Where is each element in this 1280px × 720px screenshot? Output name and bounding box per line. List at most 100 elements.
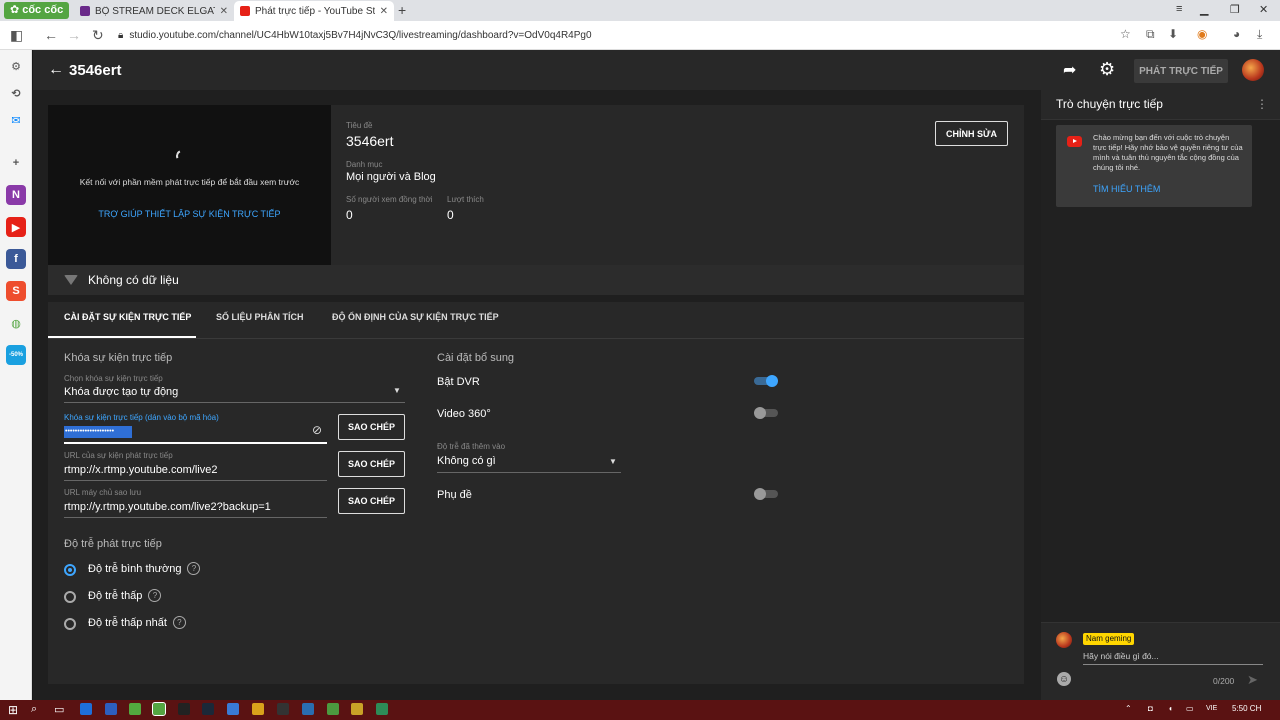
reload-button[interactable]: ↻ — [92, 27, 104, 44]
messenger-icon[interactable]: ✉ — [6, 110, 26, 130]
coccoc-logo[interactable]: ✿ cốc cốc — [4, 2, 70, 19]
volume-icon[interactable]: ◖ — [1168, 704, 1173, 713]
latency-low-radio[interactable] — [64, 591, 76, 603]
close-tab-icon[interactable]: ✕ — [380, 6, 388, 17]
extension-icon[interactable]: ⧉ — [1146, 27, 1155, 42]
tab-stream-settings[interactable]: CÀI ĐẶT SỰ KIỆN TRỰC TIẾP — [64, 312, 191, 322]
new-tab-button[interactable]: + — [398, 2, 406, 18]
captions-toggle[interactable] — [754, 488, 780, 500]
video360-toggle[interactable] — [754, 407, 780, 419]
forward-button[interactable]: → — [67, 27, 81, 43]
latency-normal-radio[interactable] — [64, 564, 76, 576]
more-vert-icon[interactable]: ⋮ — [1256, 97, 1268, 111]
app-icon[interactable] — [302, 703, 314, 715]
minimize-button[interactable]: ▁ — [1200, 3, 1208, 16]
backup-url-label: URL máy chủ sao lưu — [64, 488, 142, 497]
task-view-icon[interactable]: ▭ — [54, 703, 64, 716]
avatar[interactable] — [1242, 59, 1264, 81]
latency-ultralow-option[interactable]: Độ trễ thấp nhất? — [88, 616, 186, 629]
taskbar-clock[interactable]: 5:50 CH — [1232, 704, 1261, 713]
emoji-icon[interactable]: ☺ — [1057, 672, 1071, 686]
language-indicator[interactable]: VIE — [1206, 705, 1217, 712]
settings-panel — [48, 302, 1024, 684]
account-icon[interactable]: ◕ — [1233, 27, 1240, 41]
word-app-icon[interactable] — [105, 703, 117, 715]
title-value: 3546ert — [346, 133, 394, 149]
dvr-label: Bật DVR — [437, 376, 480, 388]
close-window-button[interactable]: ✕ — [1259, 3, 1268, 16]
key-select[interactable]: Khóa được tạo tự động — [64, 386, 178, 398]
discount-icon[interactable]: -50% — [6, 345, 26, 365]
coccoc-app-icon[interactable] — [152, 702, 166, 716]
learn-more-link[interactable]: TÌM HIỂU THÊM — [1093, 184, 1160, 194]
downloads-icon[interactable]: ⤓ — [1257, 27, 1262, 42]
tab-analytics[interactable]: SỐ LIỆU PHÂN TÍCH — [216, 312, 304, 322]
settings-icon[interactable]: ⚙ — [6, 56, 26, 76]
menu-icon[interactable]: ≡ — [1176, 3, 1182, 15]
download-icon[interactable]: ⬇ — [1168, 27, 1178, 41]
sidebar-toggle-icon[interactable]: ◧ — [10, 27, 23, 44]
app-icon[interactable] — [376, 703, 388, 715]
setup-help-link[interactable]: TRỢ GIÚP THIẾT LẬP SỰ KIỆN TRỰC TIẾP — [48, 209, 331, 219]
copy-key-button[interactable]: SAO CHÉP — [338, 414, 405, 440]
browser-tab-streamdeck[interactable]: BỘ STREAM DECK ELGATO M ✕ — [74, 1, 234, 21]
shopee-icon[interactable]: S — [6, 281, 26, 301]
app-icon[interactable] — [227, 703, 239, 715]
search-icon[interactable]: ⌕ — [31, 703, 37, 716]
chrome-app-icon[interactable] — [252, 703, 264, 715]
excel-app-icon[interactable] — [129, 703, 141, 715]
battery-icon[interactable]: ▭ — [1186, 704, 1194, 713]
network-icon[interactable]: ◘ — [1148, 704, 1153, 713]
browser-tab-youtube-studio[interactable]: Phát trực tiếp - YouTube Studio ✕ — [234, 1, 394, 21]
stream-url-field[interactable]: rtmp://x.rtmp.youtube.com/live2 — [64, 464, 217, 476]
send-icon[interactable]: ➤ — [1247, 672, 1258, 688]
facebook-icon[interactable]: f — [6, 249, 26, 269]
viewers-label: Số người xem đồng thời — [346, 195, 433, 204]
bookmark-star-icon[interactable]: ☆ — [1120, 27, 1131, 41]
back-button[interactable]: ← — [44, 27, 58, 43]
app-icon[interactable] — [327, 703, 339, 715]
dropdown-arrow-icon[interactable]: ▼ — [393, 386, 401, 395]
close-tab-icon[interactable]: ✕ — [220, 6, 228, 17]
share-icon[interactable]: ➦ — [1063, 60, 1076, 80]
coccoc-map-icon[interactable]: ◍ — [6, 313, 26, 333]
signal-icon — [64, 275, 78, 285]
dvr-toggle[interactable] — [754, 375, 780, 387]
studio-header — [33, 50, 1280, 90]
go-live-button[interactable]: PHÁT TRỰC TIẾP — [1134, 59, 1228, 83]
chat-message-input[interactable]: Hãy nói điều gì đó... — [1083, 651, 1263, 665]
tab-stream-health[interactable]: ĐỘ ỔN ĐỊNH CỦA SỰ KIỆN TRỰC TIẾP — [332, 312, 499, 322]
coccoc-extension-icon[interactable]: ◉ — [1197, 27, 1207, 41]
history-icon[interactable]: ⟲ — [6, 83, 26, 103]
latency-low-option[interactable]: Độ trễ thấp? — [88, 589, 162, 602]
tab-favicon-icon — [80, 6, 90, 16]
steam-app-icon[interactable] — [202, 703, 214, 715]
edit-button[interactable]: CHỈNH SỬA — [935, 121, 1008, 146]
copy-backup-button[interactable]: SAO CHÉP — [338, 488, 405, 514]
latency-ultralow-radio[interactable] — [64, 618, 76, 630]
additional-section-title: Cài đặt bổ sung — [437, 352, 515, 364]
help-icon[interactable]: ? — [148, 589, 162, 602]
stream-key-field[interactable]: •••••••••••••••••••• — [64, 426, 132, 438]
gear-icon[interactable]: ⚙ — [1099, 59, 1115, 80]
address-bar[interactable]: 🔒︎ studio.youtube.com/channel/UC4HbW10ta… — [118, 26, 1128, 44]
help-icon[interactable]: ? — [172, 616, 186, 629]
dropdown-arrow-icon[interactable]: ▼ — [609, 457, 617, 466]
app-icon[interactable] — [277, 703, 289, 715]
tray-arrow-icon[interactable]: ⌃ — [1125, 704, 1132, 713]
youtube-icon[interactable]: ▶ — [6, 217, 26, 237]
latency-normal-option[interactable]: Độ trễ bình thường? — [88, 562, 201, 575]
app-icon[interactable] — [178, 703, 190, 715]
app-icon[interactable] — [351, 703, 363, 715]
back-arrow-icon[interactable]: ← — [48, 61, 64, 79]
edge-app-icon[interactable] — [80, 703, 92, 715]
eye-off-icon[interactable]: ⊘ — [312, 423, 322, 437]
help-icon[interactable]: ? — [187, 562, 201, 575]
onenote-icon[interactable]: N — [6, 185, 26, 205]
windows-start-icon[interactable]: ⊞ — [8, 703, 18, 717]
delay-select[interactable]: Không có gì — [437, 455, 496, 467]
backup-url-field[interactable]: rtmp://y.rtmp.youtube.com/live2?backup=1 — [64, 501, 271, 513]
maximize-button[interactable]: ❐ — [1230, 3, 1240, 16]
add-app-icon[interactable]: + — [6, 153, 26, 173]
copy-url-button[interactable]: SAO CHÉP — [338, 451, 405, 477]
